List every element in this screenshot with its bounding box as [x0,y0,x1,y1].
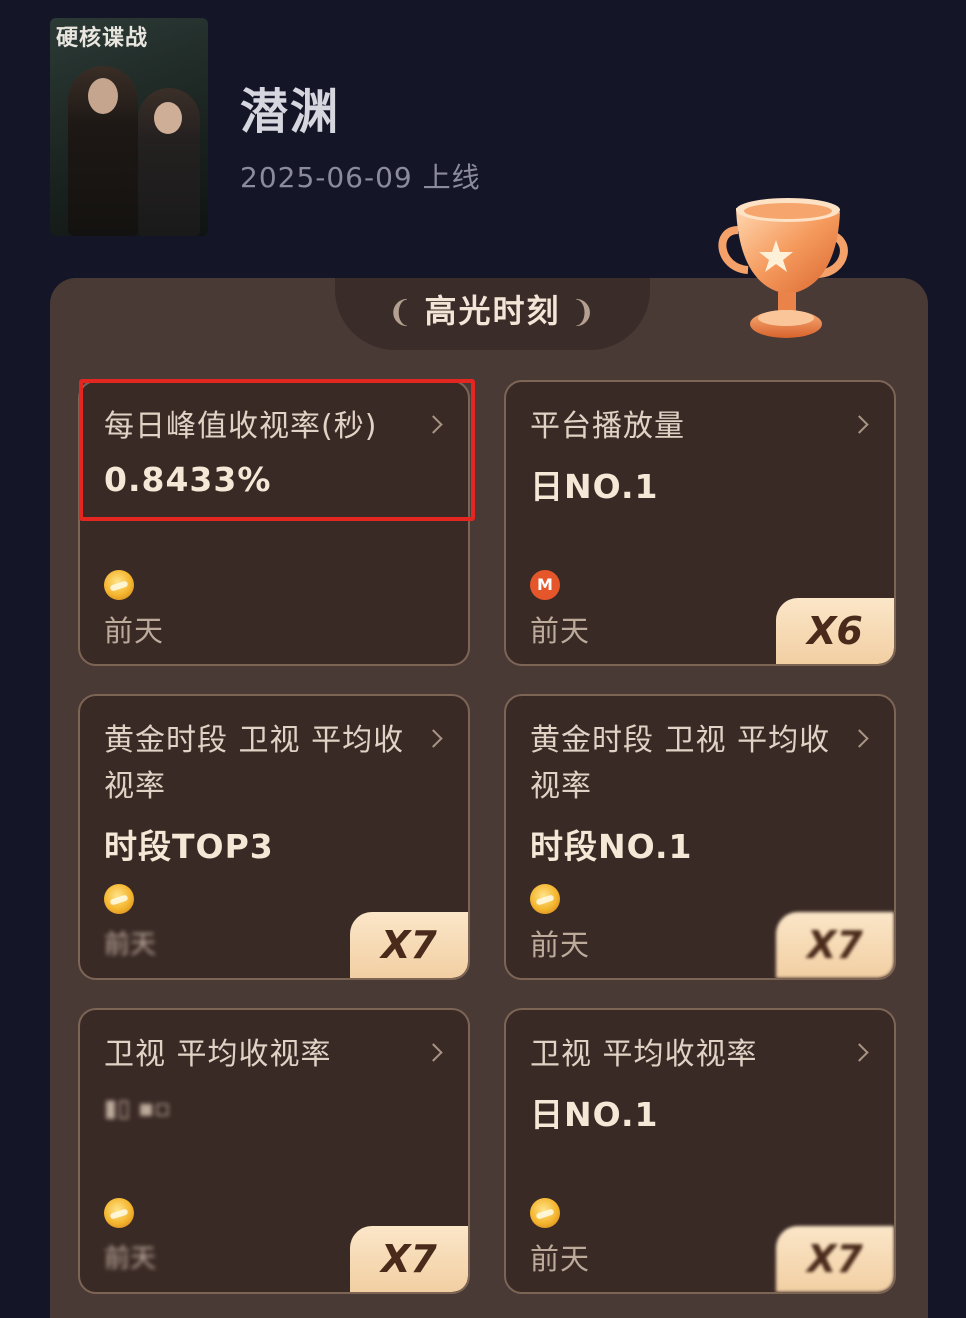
card-label: 平台播放量 [530,409,685,444]
section-title: ❨ 高光时刻 ❩ [335,286,650,332]
section-title-text: 高光时刻 [424,292,561,330]
mango-tv-logo-icon [104,884,134,914]
card-time: 前天 [530,928,591,962]
highlight-card-platform-views[interactable]: 平台播放量 日NO.1 M 前天 X6 [504,380,896,666]
poster-title: 硬核谍战 [56,25,149,51]
chevron-right-icon [850,1043,869,1062]
release-date: 2025-06-09 上线 [240,161,481,194]
multiplier-badge: X7 [776,912,894,978]
card-value: 时段NO.1 [530,827,693,866]
highlight-card-satellite-no1[interactable]: 卫视 平均收视率 日NO.1 前天 X7 [504,1008,896,1294]
card-time: 前天 [104,614,165,648]
highlight-card-primetime-no1[interactable]: 黄金时段 卫视 平均收视率 时段NO.1 前天 X7 [504,694,896,980]
mango-tv-logo-icon [530,1198,560,1228]
mango-tv-logo-icon [530,884,560,914]
card-time: 前天 [104,930,157,960]
highlight-card-satellite-avg[interactable]: 卫视 平均收视率 ▮▯ ▪▫ 前天 X7 [78,1008,470,1294]
card-label: 卫视 平均收视率 [530,1037,758,1072]
chevron-right-icon [424,1043,443,1062]
red-highlight-box [79,379,475,521]
highlight-card-primetime-top3[interactable]: 黄金时段 卫视 平均收视率 时段TOP3 前天 X7 [78,694,470,980]
card-time: 前天 [104,1244,157,1274]
poster-face-male [88,78,118,114]
mango-tv-logo-icon [104,570,134,600]
poster-face-female [154,102,182,134]
trophy-icon [718,198,848,338]
card-value: 日NO.1 [530,467,659,506]
laurel-left-icon: ❨ [387,295,415,330]
card-label: 黄金时段 卫视 平均收视率 [104,723,405,804]
chevron-right-icon [850,415,869,434]
multiplier-badge: X7 [776,1226,894,1292]
card-time: 前天 [530,614,591,648]
show-poster[interactable]: 硬核谍战 [50,18,208,236]
card-value: 时段TOP3 [104,827,274,866]
chevron-right-icon [424,729,443,748]
mango-tv-logo-icon [104,1198,134,1228]
chevron-right-icon [850,729,869,748]
multiplier-badge: X6 [776,598,894,664]
multiplier-badge: X7 [350,912,468,978]
card-label: 卫视 平均收视率 [104,1037,332,1072]
laurel-right-icon: ❩ [570,295,598,330]
show-title: 潜渊 [240,84,341,140]
card-label: 黄金时段 卫视 平均收视率 [530,723,831,804]
card-value: 日NO.1 [530,1095,659,1134]
mgtv-app-logo-icon: M [530,570,560,600]
multiplier-badge: X7 [350,1226,468,1292]
card-value-blurred: ▮▯ ▪▫ [104,1094,171,1122]
card-time: 前天 [530,1242,591,1276]
